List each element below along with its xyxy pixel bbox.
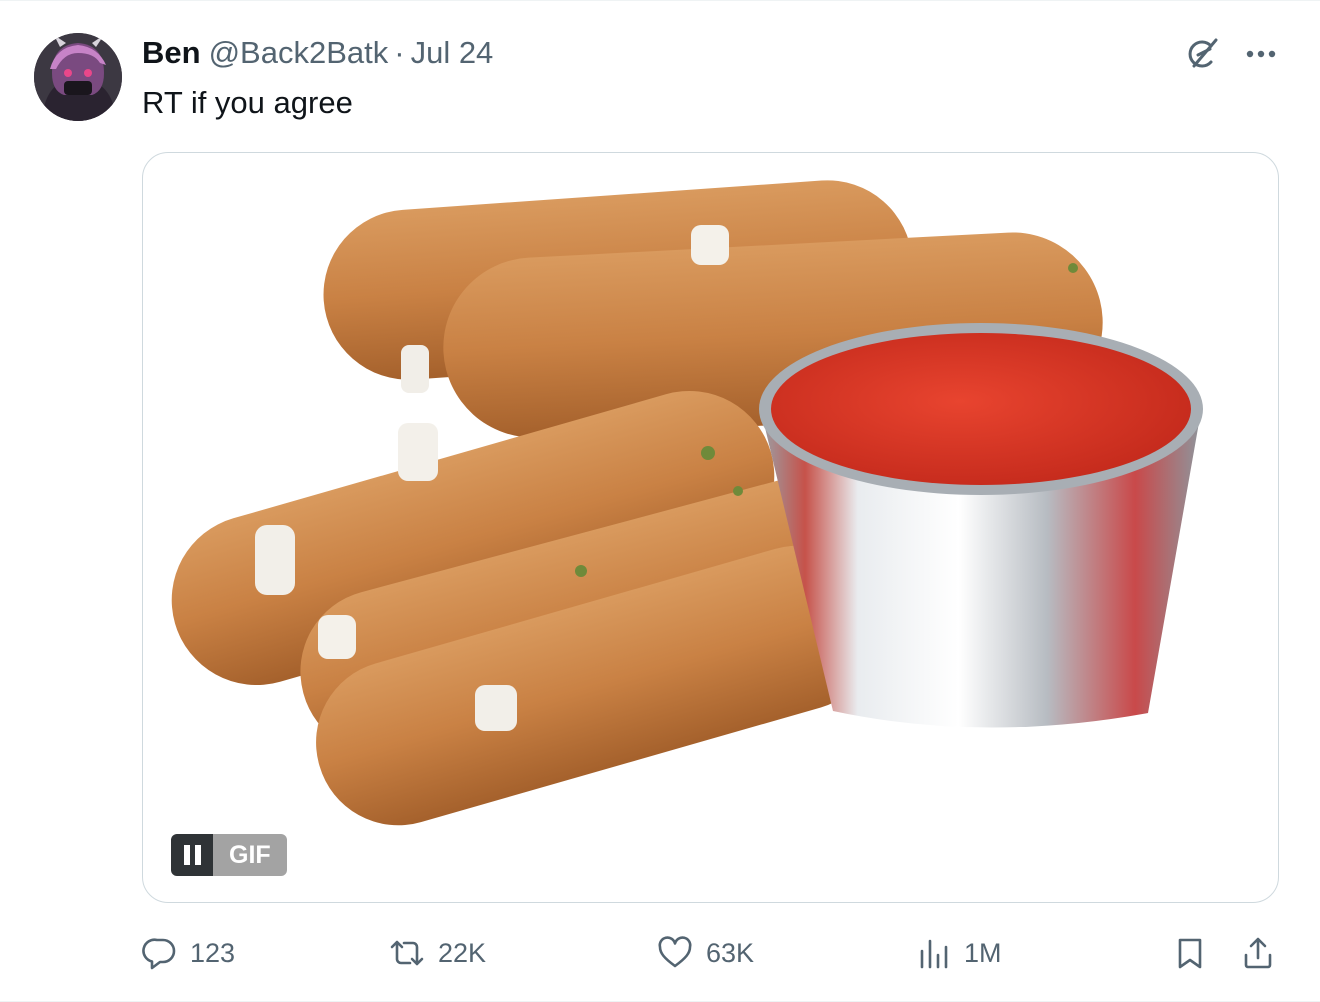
more-icon (1246, 50, 1276, 58)
tweet-media-gif[interactable]: GIF (142, 152, 1279, 903)
gif-image (171, 180, 1203, 826)
more-options-button[interactable] (1240, 33, 1282, 75)
reply-count: 123 (190, 937, 236, 968)
grok-button[interactable] (1180, 33, 1222, 75)
bookmark-icon (1178, 938, 1202, 969)
avatar[interactable] (34, 33, 122, 121)
grok-icon (1188, 38, 1218, 68)
repost-count: 22K (438, 937, 487, 968)
bookmark-button[interactable] (1172, 925, 1208, 981)
reply-button[interactable]: 123 (142, 925, 235, 981)
like-count: 63K (706, 937, 755, 968)
reply-icon (142, 938, 176, 970)
tweet-card[interactable]: Ben @Back2Batk · Jul 24 RT if you agree (0, 0, 1320, 1002)
pause-icon[interactable] (171, 834, 213, 876)
views-icon (920, 939, 948, 969)
views-count: 1M (964, 937, 1002, 968)
views-button[interactable]: 1M (916, 925, 1002, 981)
tweet-date[interactable]: Jul 24 (411, 35, 494, 71)
like-icon (658, 936, 692, 968)
gif-badge[interactable]: GIF (171, 834, 287, 876)
repost-icon (390, 940, 424, 966)
like-button[interactable]: 63K (656, 925, 754, 981)
share-icon (1244, 937, 1272, 969)
tweet-text: RT if you agree (142, 85, 353, 120)
share-button[interactable] (1240, 925, 1276, 981)
author-handle[interactable]: @Back2Batk (209, 35, 389, 71)
tweet-actions: 123 22K 63K 1M (142, 925, 1282, 981)
avatar-image (34, 33, 122, 121)
header-separator: · (394, 35, 405, 70)
repost-button[interactable]: 22K (388, 925, 486, 981)
gif-label: GIF (213, 834, 287, 876)
author-display-name[interactable]: Ben (142, 35, 201, 71)
tweet-header: Ben @Back2Batk · Jul 24 (142, 35, 493, 75)
